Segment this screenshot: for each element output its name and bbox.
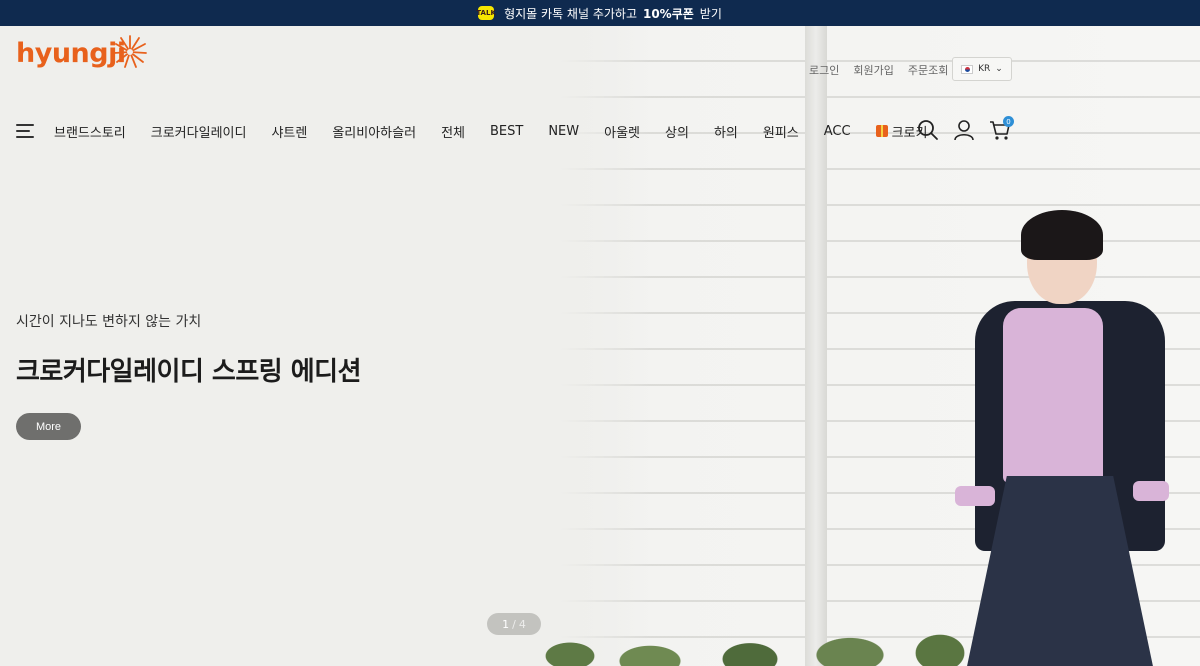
model-blouse	[1003, 308, 1103, 483]
utility-links: 로그인 회원가입 주문조회	[809, 62, 948, 78]
kakao-talk-icon: TALK	[476, 6, 496, 20]
main-nav: 브랜드스토리 크로커다일레이디 샤트렌 올리비아하슬러 전체 BEST NEW …	[16, 118, 927, 144]
model-sleeve-right	[1133, 481, 1169, 501]
cart-count-badge: 0	[1003, 116, 1014, 127]
login-link[interactable]: 로그인	[809, 62, 839, 78]
plants-foreground	[510, 611, 990, 666]
nav-item-dresses[interactable]: 원피스	[763, 122, 799, 141]
brand-logo[interactable]: hyungji	[16, 35, 147, 69]
announcement-bar[interactable]: TALK 형지몰 카톡 채널 추가하고 10%쿠폰 받기	[0, 0, 1200, 26]
model-hair	[1021, 210, 1103, 260]
nav-item-new[interactable]: NEW	[548, 124, 579, 139]
order-lookup-link[interactable]: 주문조회	[908, 62, 948, 78]
language-select[interactable]: KR ⌄	[952, 57, 1012, 81]
hero-title: 크로커다일레이디 스프링 에디션	[16, 357, 361, 387]
page: TALK 형지몰 카톡 채널 추가하고 10%쿠폰 받기 hyungji 로그인…	[0, 0, 1200, 666]
chevron-down-icon: ⌄	[995, 64, 1003, 74]
nav-item-brand-story[interactable]: 브랜드스토리	[54, 122, 126, 141]
nav-item-bottoms[interactable]: 하의	[714, 122, 738, 141]
slide-pager: 1 / 4	[487, 613, 541, 635]
signup-link[interactable]: 회원가입	[853, 62, 893, 78]
nav-item-crocodile-lady[interactable]: 크로커다일레이디	[151, 122, 247, 141]
nav-item-tops[interactable]: 상의	[665, 122, 689, 141]
model-sleeve-left	[955, 486, 995, 506]
nav-item-olivia-hassler[interactable]: 올리비아하슬러	[332, 122, 416, 141]
announcement-highlight: 10%쿠폰	[642, 6, 694, 21]
gift-icon	[875, 125, 888, 137]
hamburger-menu-icon[interactable]	[16, 123, 36, 139]
korea-flag-icon	[961, 64, 974, 74]
hero-subtitle: 시간이 지나도 변하지 않는 가치	[16, 314, 202, 330]
cart-button[interactable]: 0	[989, 116, 1014, 141]
nav-item-chatelaine[interactable]: 샤트렌	[271, 122, 307, 141]
pager-current: 1	[502, 617, 510, 631]
nav-items: 브랜드스토리 크로커다일레이디 샤트렌 올리비아하슬러 전체 BEST NEW …	[54, 122, 927, 141]
sun-burst-icon	[113, 35, 147, 68]
header-icons: 0	[917, 116, 1014, 141]
pager-separator: /	[512, 617, 516, 631]
search-icon[interactable]	[917, 119, 939, 141]
nav-item-best[interactable]: BEST	[490, 124, 523, 139]
user-icon[interactable]	[953, 119, 975, 141]
model-figure	[955, 186, 1200, 666]
announcement-text: 형지몰 카톡 채널 추가하고	[504, 6, 637, 21]
announcement-text-end: 받기	[699, 6, 722, 21]
logo-text: hyungji	[16, 38, 126, 69]
nav-item-acc[interactable]: ACC	[824, 124, 851, 139]
more-button[interactable]: More	[16, 413, 81, 440]
language-code: KR	[978, 64, 991, 74]
pager-total: 4	[518, 617, 526, 631]
nav-item-outlet[interactable]: 아울렛	[604, 122, 640, 141]
nav-item-all[interactable]: 전체	[441, 122, 465, 141]
